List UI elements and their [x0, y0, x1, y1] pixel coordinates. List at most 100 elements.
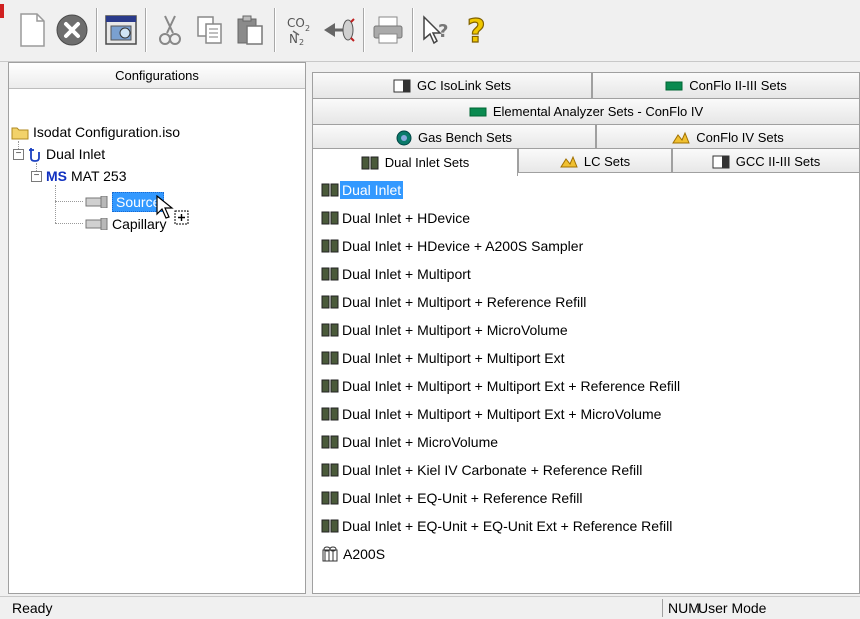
toolbar-separator: [274, 8, 275, 52]
tab-conflo-iv-sets[interactable]: ConFlo IV Sets: [596, 124, 860, 150]
capillary-icon: [85, 218, 109, 230]
tree-connector: [55, 201, 83, 202]
copy-icon[interactable]: [190, 7, 230, 53]
list-item[interactable]: Dual Inlet + Multiport + Multiport Ext +…: [321, 375, 682, 397]
tree-item-root[interactable]: Isodat Configuration.iso: [11, 121, 180, 143]
cut-icon[interactable]: [150, 7, 190, 53]
co2-gas-icon[interactable]: CO 2 N 2: [279, 7, 319, 53]
tab-label: LC Sets: [583, 154, 631, 169]
user-mode-indicator: User Mode: [698, 600, 767, 616]
list-item-label: Dual Inlet + Multiport + Reference Refil…: [342, 294, 587, 310]
tab-label: Elemental Analyzer Sets - ConFlo IV: [492, 104, 704, 119]
list-item[interactable]: Dual Inlet: [321, 179, 404, 201]
list-item[interactable]: Dual Inlet + Multiport + Reference Refil…: [321, 291, 588, 313]
list-item-label: Dual Inlet + Multiport + MicroVolume: [342, 322, 568, 338]
configurations-pane: Configurations Isodat Configuration.iso …: [8, 62, 306, 594]
svg-text:CO: CO: [287, 16, 305, 30]
dual-inlet-set-icon: [321, 519, 339, 533]
tab-lc-sets[interactable]: LC Sets: [518, 148, 672, 174]
list-item-label: Dual Inlet + Kiel IV Carbonate + Referen…: [342, 462, 643, 478]
list-item-label: Dual Inlet + EQ-Unit + Reference Refill: [342, 490, 583, 506]
list-item[interactable]: Dual Inlet + Kiel IV Carbonate + Referen…: [321, 459, 644, 481]
tab-elemental-analyzer-sets[interactable]: Elemental Analyzer Sets - ConFlo IV: [312, 98, 860, 124]
dual-inlet-set-icon: [321, 323, 339, 337]
svg-text:2: 2: [305, 24, 310, 33]
tab-gcc-ii-iii-sets[interactable]: GCC II-III Sets: [672, 148, 860, 174]
list-item-label: Dual Inlet + HDevice + A200S Sampler: [342, 238, 584, 254]
tab-label: Dual Inlet Sets: [384, 155, 470, 170]
list-item-label: Dual Inlet + Multiport + Multiport Ext +…: [342, 378, 681, 394]
gas-bench-icon: [396, 130, 412, 146]
dual-inlet-set-icon: [321, 239, 339, 253]
tree-dual-inlet-label: Dual Inlet: [46, 146, 106, 162]
dual-inlet-set-icon: [321, 295, 339, 309]
list-item-label: Dual Inlet + EQ-Unit + EQ-Unit Ext + Ref…: [342, 518, 673, 534]
tab-gc-isolink-sets[interactable]: GC IsoLink Sets: [312, 72, 592, 98]
dual-inlet-sets-list: Dual Inlet Dual Inlet + HDevice Dual Inl…: [312, 172, 860, 594]
tab-label: Gas Bench Sets: [418, 130, 512, 145]
list-item-label: Dual Inlet + Multiport + Multiport Ext +…: [342, 406, 662, 422]
toolbar-separator: [412, 8, 413, 52]
toolbar-separator: [96, 8, 97, 52]
list-item[interactable]: Dual Inlet + MicroVolume: [321, 431, 500, 453]
collapse-toggle[interactable]: −: [31, 170, 42, 182]
gc-isolink-icon: [393, 79, 411, 93]
tree-mat253-label: MAT 253: [71, 168, 127, 184]
collapse-toggle[interactable]: −: [13, 148, 24, 160]
dual-inlet-sets-icon: [361, 156, 379, 170]
dual-inlet-set-icon: [321, 379, 339, 393]
print-icon[interactable]: [368, 7, 408, 53]
list-item-label: Dual Inlet + Multiport + Multiport Ext: [342, 350, 565, 366]
tab-dual-inlet-sets[interactable]: Dual Inlet Sets: [312, 148, 518, 176]
valve-arrow-icon[interactable]: [319, 7, 359, 53]
configurations-header: Configurations: [9, 63, 305, 89]
context-help-icon[interactable]: ?: [417, 7, 457, 53]
tab-label: GCC II-III Sets: [735, 154, 821, 169]
tab-label: GC IsoLink Sets: [417, 78, 511, 93]
status-divider: [662, 599, 663, 617]
window-config-icon[interactable]: [101, 7, 141, 53]
help-icon[interactable]: ?: [457, 7, 497, 53]
tab-gas-bench-sets[interactable]: Gas Bench Sets: [312, 124, 596, 150]
dual-inlet-set-icon: [321, 407, 339, 421]
list-item[interactable]: A200S: [321, 543, 387, 565]
conflo-icon: [665, 81, 683, 91]
svg-text:?: ?: [438, 21, 448, 42]
list-item[interactable]: Dual Inlet + HDevice: [321, 207, 472, 229]
sets-pane: GC IsoLink Sets ConFlo II-III Sets Eleme…: [312, 62, 860, 594]
tree-root-label: Isodat Configuration.iso: [33, 124, 181, 140]
tree-item-source[interactable]: Source: [85, 191, 165, 213]
dual-inlet-set-icon: [321, 463, 339, 477]
tab-conflo-ii-iii-sets[interactable]: ConFlo II-III Sets: [592, 72, 860, 98]
elemental-analyzer-icon: [469, 107, 487, 117]
list-item[interactable]: Dual Inlet + Multiport + MicroVolume: [321, 319, 570, 341]
tab-row: GC IsoLink Sets ConFlo II-III Sets: [312, 72, 860, 98]
list-item-label: Dual Inlet + Multiport: [342, 266, 471, 282]
list-item[interactable]: Dual Inlet + Multiport + Multiport Ext: [321, 347, 567, 369]
list-item-label: Dual Inlet + MicroVolume: [342, 434, 499, 450]
new-document-icon[interactable]: [12, 7, 52, 53]
num-lock-indicator: NUM: [668, 600, 700, 616]
list-item[interactable]: Dual Inlet + EQ-Unit + EQ-Unit Ext + Ref…: [321, 515, 674, 537]
dual-inlet-set-icon: [321, 351, 339, 365]
tree-item-dual-inlet[interactable]: − Dual Inlet: [13, 143, 105, 165]
svg-text:2: 2: [299, 38, 304, 47]
close-circle-icon[interactable]: [52, 7, 92, 53]
tree-connector: [55, 185, 56, 223]
tree-item-mat253[interactable]: − MS MAT 253: [31, 165, 127, 187]
dual-inlet-icon: [28, 146, 42, 162]
dual-inlet-set-icon: [321, 435, 339, 449]
tab-label: ConFlo II-III Sets: [689, 78, 787, 93]
paste-icon[interactable]: [230, 7, 270, 53]
folder-icon: [11, 125, 29, 140]
list-item[interactable]: Dual Inlet + Multiport + Multiport Ext +…: [321, 403, 663, 425]
tab-row: Gas Bench Sets ConFlo IV Sets: [312, 124, 860, 150]
toolbar-separator: [145, 8, 146, 52]
a200s-sampler-icon: [321, 546, 339, 562]
list-item[interactable]: Dual Inlet + Multiport: [321, 263, 473, 285]
list-item[interactable]: Dual Inlet + EQ-Unit + Reference Refill: [321, 487, 584, 509]
dual-inlet-set-icon: [321, 211, 339, 225]
tab-row: Dual Inlet Sets LC Sets GCC II-III Sets: [312, 148, 860, 176]
status-bar: Ready NUM User Mode: [0, 596, 860, 619]
list-item[interactable]: Dual Inlet + HDevice + A200S Sampler: [321, 235, 585, 257]
